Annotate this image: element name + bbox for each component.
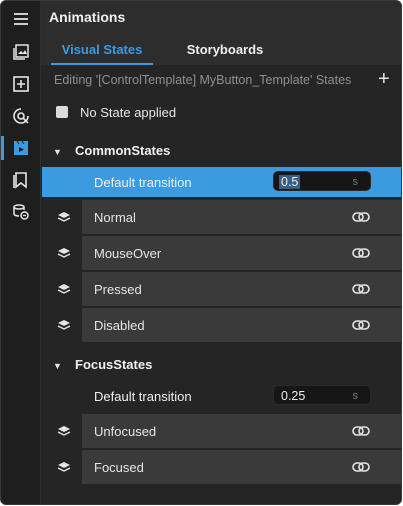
layers-icon	[57, 426, 71, 436]
tool-rail	[1, 1, 41, 504]
transition-label: Default transition	[94, 175, 192, 190]
data-icon[interactable]	[1, 100, 41, 132]
resources-icon[interactable]	[1, 196, 41, 228]
state-name: Normal	[94, 210, 136, 225]
state-name: Unfocused	[94, 424, 157, 439]
state-row-mouseover[interactable]: MouseOver	[42, 236, 401, 270]
collapse-caret-icon[interactable]: ▼	[53, 147, 65, 157]
add-state-group-button[interactable]: +	[378, 69, 390, 89]
state-bar[interactable]: Pressed	[82, 272, 401, 306]
transition-unit: s	[352, 176, 359, 188]
group-header-focusstates[interactable]: ▼ FocusStates	[53, 357, 152, 372]
state-row-pressed[interactable]: Pressed	[42, 272, 401, 306]
link-icon[interactable]	[351, 245, 371, 261]
layers-icon	[57, 248, 71, 258]
state-name: Disabled	[94, 318, 145, 333]
collapse-caret-icon[interactable]: ▼	[53, 361, 65, 371]
layers-icon	[57, 284, 71, 294]
layers-icon	[57, 212, 71, 222]
transition-duration-input[interactable]: 0.25 s	[273, 385, 371, 405]
bookmarks-icon[interactable]	[1, 164, 41, 196]
link-icon[interactable]	[351, 209, 371, 225]
tab-visual-states[interactable]: Visual States	[51, 35, 153, 65]
layers-icon	[57, 320, 71, 330]
transition-unit: s	[352, 390, 359, 402]
add-icon[interactable]	[1, 68, 41, 100]
group-header-commonstates[interactable]: ▼ CommonStates	[53, 143, 170, 158]
editing-label: Editing '[ControlTemplate] MyButton_Temp…	[54, 73, 352, 87]
tab-storyboards[interactable]: Storyboards	[177, 35, 273, 65]
link-icon[interactable]	[351, 281, 371, 297]
panel-header: Animations	[41, 1, 401, 35]
state-row-focused[interactable]: Focused	[42, 450, 401, 484]
transition-value[interactable]: 0.5	[279, 175, 301, 189]
group-name: FocusStates	[75, 357, 153, 372]
animations-window: Animations Visual States Storyboards Edi…	[0, 0, 402, 505]
default-transition-row[interactable]: Default transition 0.25 s	[42, 381, 401, 411]
state-bar[interactable]: Focused	[82, 450, 401, 484]
panel-title: Animations	[49, 9, 126, 25]
state-row-normal[interactable]: Normal	[42, 200, 401, 234]
no-state-checkbox[interactable]	[56, 106, 68, 118]
state-name: Focused	[94, 460, 144, 475]
transition-duration-input[interactable]: 0.5 s	[273, 171, 371, 191]
no-state-label: No State applied	[80, 105, 177, 120]
layers-icon	[57, 462, 71, 472]
state-bar[interactable]: MouseOver	[82, 236, 401, 270]
state-row-unfocused[interactable]: Unfocused	[42, 414, 401, 448]
link-icon[interactable]	[351, 423, 371, 439]
tab-bar: Visual States Storyboards	[41, 35, 401, 65]
default-transition-row[interactable]: Default transition 0.5 s	[42, 167, 401, 197]
group-name: CommonStates	[75, 143, 171, 158]
state-bar[interactable]: Unfocused	[82, 414, 401, 448]
link-icon[interactable]	[351, 459, 371, 475]
transition-value[interactable]: 0.25	[281, 389, 305, 403]
state-name: MouseOver	[94, 246, 162, 261]
state-row-disabled[interactable]: Disabled	[42, 308, 401, 342]
state-bar[interactable]: Normal	[82, 200, 401, 234]
state-bar[interactable]: Disabled	[82, 308, 401, 342]
menu-icon[interactable]	[1, 3, 41, 35]
state-name: Pressed	[94, 282, 142, 297]
animations-icon[interactable]	[1, 132, 41, 164]
transition-label: Default transition	[94, 389, 192, 404]
link-icon[interactable]	[351, 317, 371, 333]
assets-icon[interactable]	[1, 36, 41, 68]
